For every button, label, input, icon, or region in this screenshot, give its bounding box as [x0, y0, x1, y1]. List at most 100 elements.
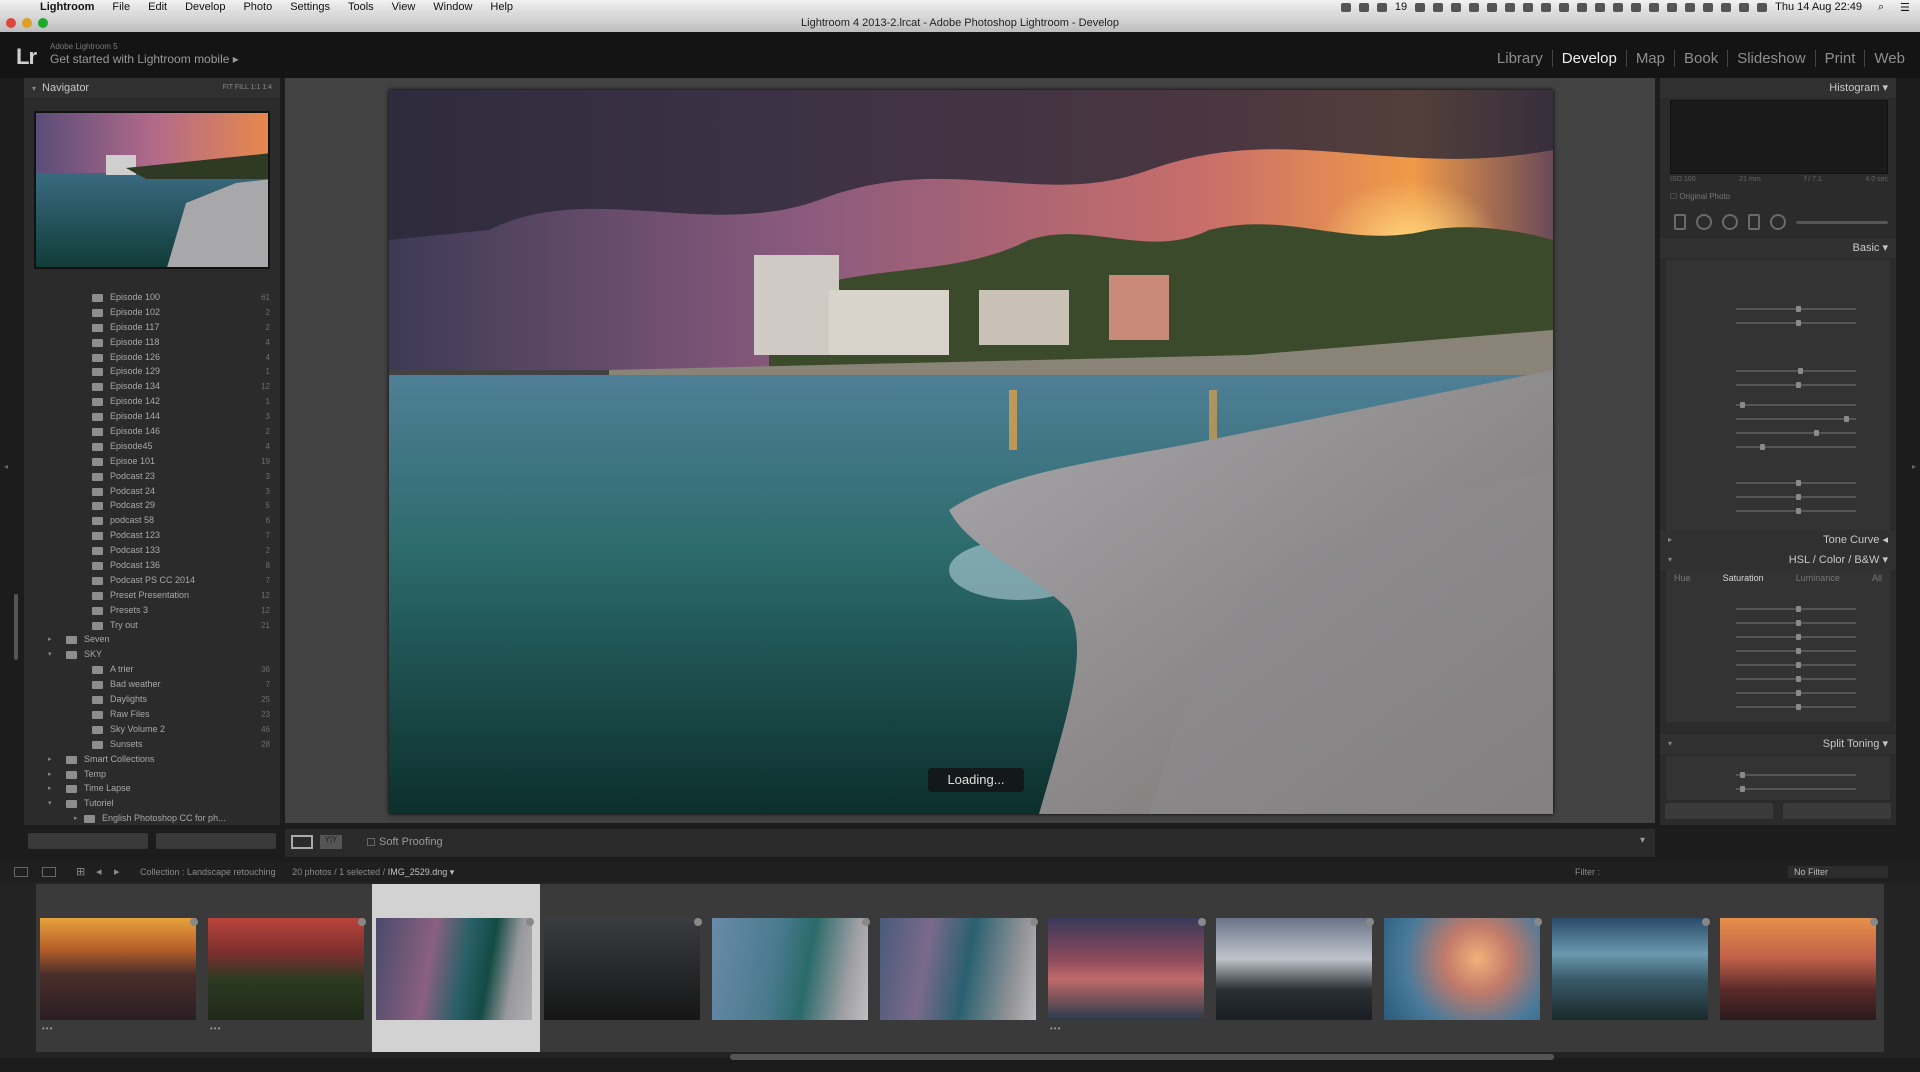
collapsed-triangle-icon[interactable]: ▸: [48, 767, 52, 782]
expand-triangle-icon[interactable]: ▾: [1668, 550, 1672, 570]
basic-header[interactable]: Basic ▾: [1660, 238, 1896, 258]
histogram-display[interactable]: [1670, 100, 1888, 174]
folder-row[interactable]: Episode 118 4: [24, 335, 280, 350]
filmstrip-source[interactable]: Collection : Landscape retouching 20 pho…: [140, 867, 454, 878]
slider-thumb[interactable]: [1814, 430, 1819, 436]
slider-thumb[interactable]: [1844, 416, 1849, 422]
tray-icon[interactable]: [1451, 2, 1462, 12]
folder-row[interactable]: ▸ Temp: [24, 767, 280, 782]
close-window-button[interactable]: [6, 18, 16, 28]
folder-row[interactable]: ▾ Tutoriel: [24, 796, 280, 811]
menubar-clock[interactable]: Thu 14 Aug 22:49: [1775, 1, 1862, 13]
histogram-header[interactable]: Histogram ▾: [1660, 78, 1896, 98]
whites-slider[interactable]: [1736, 430, 1856, 436]
badge-icon[interactable]: [694, 918, 702, 926]
collapsed-triangle-icon[interactable]: ▸: [48, 632, 52, 647]
menu-window[interactable]: Window: [433, 1, 472, 13]
folder-row[interactable]: Sunsets 28: [24, 737, 280, 752]
filmstrip-thumbnail-selected[interactable]: [372, 884, 540, 1052]
slider-thumb[interactable]: [1796, 480, 1801, 486]
left-panel-toggle-icon[interactable]: ◂: [4, 462, 8, 471]
tray-icon[interactable]: [1469, 2, 1480, 12]
folder-row[interactable]: Episode 117 2: [24, 320, 280, 335]
highlights-hue-slider[interactable]: [1736, 772, 1856, 778]
folder-row[interactable]: Episode 144 3: [24, 409, 280, 424]
second-window-icon[interactable]: [42, 867, 56, 877]
navigator-header[interactable]: ▾ Navigator FIT FILL 1:1 1:4: [24, 78, 280, 98]
badge-icon[interactable]: [526, 918, 534, 926]
folder-row[interactable]: A trier 36: [24, 662, 280, 677]
highlights-saturation-slider[interactable]: [1736, 786, 1856, 792]
spotlight-search-icon[interactable]: ⌕: [1878, 1, 1890, 14]
tab-saturation[interactable]: Saturation: [1723, 570, 1764, 586]
tab-luminance[interactable]: Luminance: [1796, 570, 1840, 586]
radial-filter-tool-icon[interactable]: [1770, 214, 1786, 230]
tray-icon[interactable]: [1505, 2, 1516, 12]
main-window-icon[interactable]: [14, 867, 28, 877]
forward-arrow-icon[interactable]: ▸: [114, 865, 120, 878]
expanded-triangle-icon[interactable]: ▾: [48, 796, 52, 811]
filmstrip-thumbnail[interactable]: [1716, 884, 1884, 1052]
filmstrip-thumbnail[interactable]: [876, 884, 1044, 1052]
folder-row[interactable]: Presets 3 12: [24, 603, 280, 618]
collapse-triangle-icon[interactable]: ▾: [1882, 738, 1888, 750]
copy-button[interactable]: [28, 833, 148, 849]
slider-thumb[interactable]: [1796, 704, 1801, 710]
folder-row[interactable]: Episode 146 2: [24, 424, 280, 439]
folder-row[interactable]: ▸ Seven: [24, 632, 280, 647]
graduated-filter-tool-icon[interactable]: [1748, 214, 1760, 230]
folder-row[interactable]: Episode 126 4: [24, 350, 280, 365]
folder-row[interactable]: Bad weather 7: [24, 677, 280, 692]
blue-slider[interactable]: [1736, 676, 1856, 682]
module-map[interactable]: Map: [1627, 50, 1675, 67]
vibrance-slider[interactable]: [1736, 494, 1856, 500]
menu-edit[interactable]: Edit: [148, 1, 167, 13]
tray-icon[interactable]: [1433, 2, 1444, 12]
folder-row[interactable]: podcast 58 6: [24, 513, 280, 528]
before-after-button[interactable]: Y|Y: [320, 835, 342, 849]
slider-thumb[interactable]: [1740, 772, 1745, 778]
tray-icon[interactable]: [1667, 2, 1678, 12]
soft-proofing-checkbox[interactable]: [367, 838, 375, 846]
tray-icon[interactable]: [1613, 2, 1624, 12]
filmstrip-thumbnail[interactable]: •••: [204, 884, 372, 1052]
right-panel-toggle-icon[interactable]: ▸: [1912, 462, 1916, 471]
folder-row[interactable]: ▸ Smart Collections: [24, 752, 280, 767]
badge-icon[interactable]: [862, 918, 870, 926]
slider-thumb[interactable]: [1796, 382, 1801, 388]
lightroom-mobile-link[interactable]: Get started with Lightroom mobile ▸: [50, 52, 239, 66]
tray-icon[interactable]: [1721, 2, 1732, 12]
collapsed-triangle-icon[interactable]: ▸: [48, 752, 52, 767]
menu-tools[interactable]: Tools: [348, 1, 374, 13]
slider-thumb[interactable]: [1796, 606, 1801, 612]
current-filename[interactable]: IMG_2529.dng ▾: [388, 867, 455, 877]
red-slider[interactable]: [1736, 606, 1856, 612]
tray-icon[interactable]: [1595, 2, 1606, 12]
toolbar-menu-icon[interactable]: ▾: [1640, 835, 1645, 846]
tray-icon[interactable]: [1358, 2, 1369, 12]
paste-button[interactable]: [156, 833, 276, 849]
folder-row[interactable]: Episoe 101 19: [24, 454, 280, 469]
badge-icon[interactable]: [1870, 918, 1878, 926]
menu-settings[interactable]: Settings: [290, 1, 330, 13]
slider-thumb[interactable]: [1796, 306, 1801, 312]
tray-icon[interactable]: [1649, 2, 1660, 12]
spot-removal-tool-icon[interactable]: [1696, 214, 1712, 230]
slider-thumb[interactable]: [1796, 648, 1801, 654]
filmstrip-thumbnail[interactable]: [540, 884, 708, 1052]
tray-icon[interactable]: [1757, 2, 1768, 12]
left-panel-scrollbar[interactable]: [14, 594, 18, 660]
badge-icon[interactable]: [1702, 918, 1710, 926]
shadows-slider[interactable]: [1736, 416, 1856, 422]
back-arrow-icon[interactable]: ◂: [96, 865, 102, 878]
badge-icon[interactable]: [1030, 918, 1038, 926]
folder-row[interactable]: Episode 142 1: [24, 394, 280, 409]
collapsed-triangle-icon[interactable]: ▸: [48, 781, 52, 796]
slider-thumb[interactable]: [1796, 508, 1801, 514]
temp-slider[interactable]: [1736, 306, 1856, 312]
purple-slider[interactable]: [1736, 690, 1856, 696]
tab-hue[interactable]: Hue: [1674, 570, 1691, 586]
folder-row[interactable]: Podcast 136 8: [24, 558, 280, 573]
contrast-slider[interactable]: [1736, 382, 1856, 388]
folder-row[interactable]: Podcast 123 7: [24, 528, 280, 543]
